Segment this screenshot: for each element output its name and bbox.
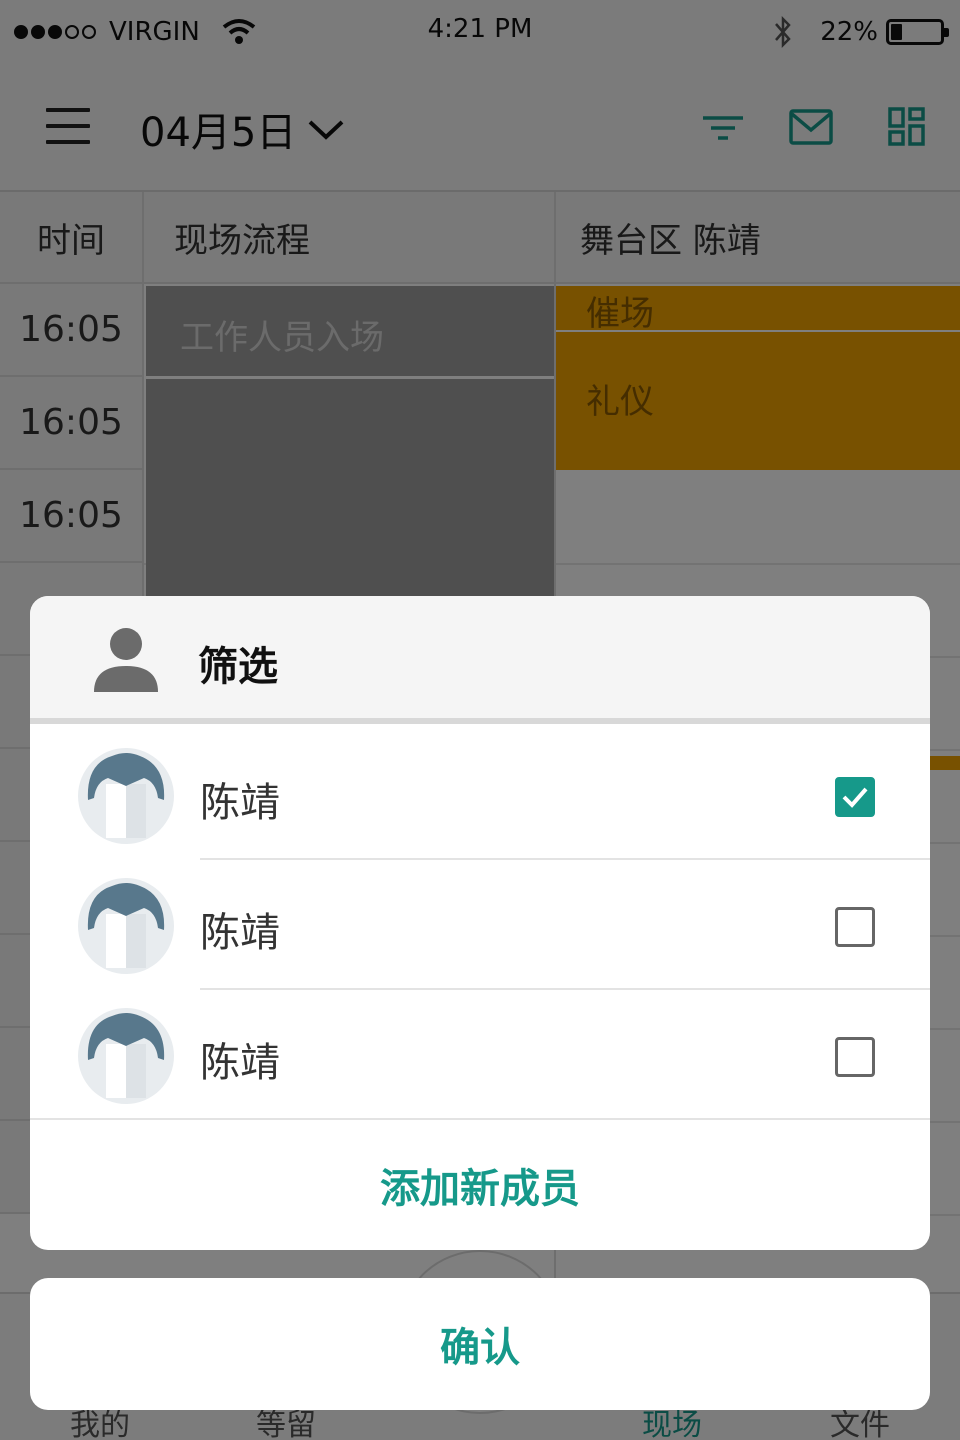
member-row[interactable]: 陈靖: [30, 730, 930, 860]
member-checkbox[interactable]: [835, 777, 875, 817]
member-name: 陈靖: [200, 1040, 280, 1086]
member-name: 陈靖: [200, 910, 280, 956]
sheet-header: 筛选: [30, 596, 930, 724]
confirm-button[interactable]: 确认: [30, 1278, 930, 1410]
checkmark-icon: [842, 787, 868, 808]
filter-sheet: 筛选 陈靖 陈靖 陈靖 添加新成员: [30, 596, 930, 1250]
avatar: [78, 748, 174, 844]
sheet-title: 筛选: [198, 644, 278, 690]
member-name: 陈靖: [200, 780, 280, 826]
member-checkbox[interactable]: [835, 907, 875, 947]
member-checkbox[interactable]: [835, 1037, 875, 1077]
add-member-button[interactable]: 添加新成员: [30, 1118, 930, 1250]
person-icon: [94, 628, 158, 692]
member-row[interactable]: 陈靖: [30, 860, 930, 990]
avatar: [78, 1008, 174, 1104]
avatar: [78, 878, 174, 974]
member-row[interactable]: 陈靖: [30, 990, 930, 1120]
